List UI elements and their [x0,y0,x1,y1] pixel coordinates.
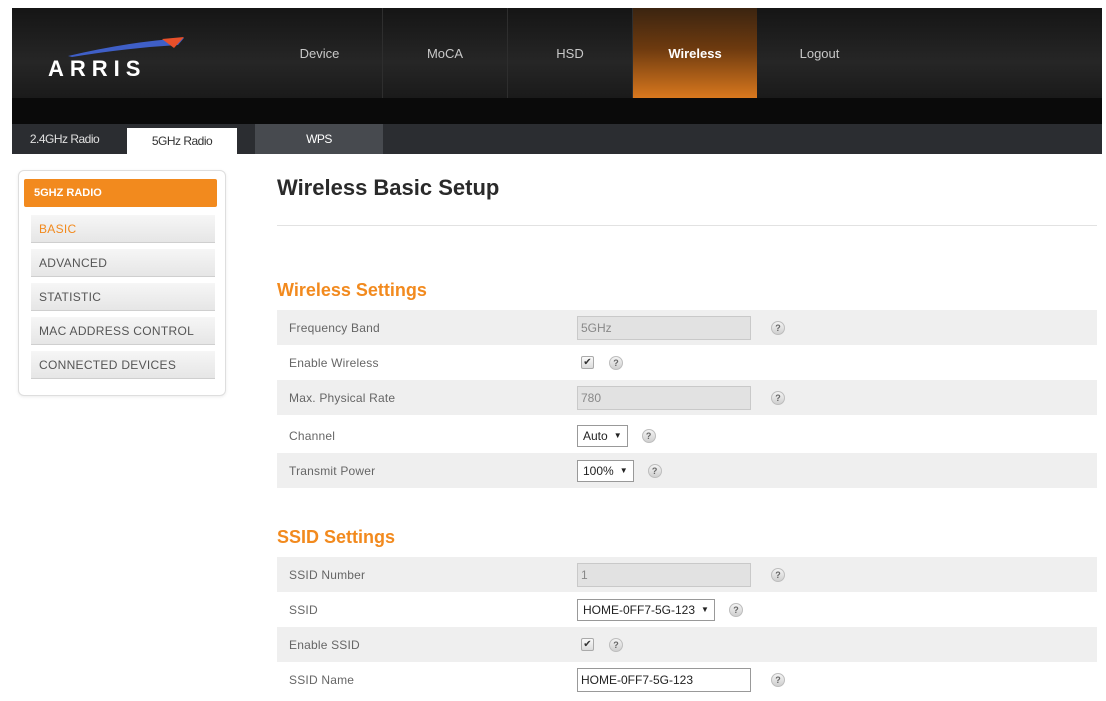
tab-wps[interactable]: WPS [255,124,383,154]
sidebar-item-mac-address-control[interactable]: MAC ADDRESS CONTROL [31,317,215,345]
enable-ssid-checkbox[interactable]: ✔ [581,638,594,651]
chevron-down-icon: ▼ [619,466,628,475]
nav-device[interactable]: Device [257,8,382,98]
ssid-select[interactable]: HOME-0FF7-5G-123 ▼ [577,598,715,621]
sidebar-item-basic[interactable]: BASIC [31,215,215,243]
enable-wireless-checkbox[interactable]: ✔ [581,356,594,369]
transmit-power-row: Transmit Power 100% ▼ ? [277,453,1097,488]
arris-logo: ARRIS [48,36,188,82]
ssid-number-field: 1 [577,562,751,587]
ssid-row: SSID HOME-0FF7-5G-123 ▼ ? [277,592,1097,627]
ssid-select-value: HOME-0FF7-5G-123 [583,602,696,617]
max-physical-rate-label: Max. Physical Rate [289,390,396,405]
top-header: ARRIS Device MoCA HSD Wireless Logout [12,8,1102,98]
channel-select-value: Auto [583,428,608,443]
ssid-name-input[interactable]: HOME-0FF7-5G-123 [577,667,751,692]
enable-ssid-help-icon[interactable]: ? [609,637,623,652]
sidebar-item-connected-devices[interactable]: CONNECTED DEVICES [31,351,215,379]
logo-text: ARRIS [48,56,147,81]
tab-2-4ghz-radio[interactable]: 2.4GHz Radio [12,124,117,154]
max-physical-rate-help-icon[interactable]: ? [771,390,785,405]
ssid-label: SSID [289,602,318,617]
ssid-help-icon[interactable]: ? [728,602,743,617]
tab-5ghz-radio[interactable]: 5GHz Radio [127,128,237,154]
enable-wireless-row: Enable Wireless ✔ ? [277,345,1097,380]
ssid-name-row: SSID Name HOME-0FF7-5G-123 ? [277,662,1097,697]
ssid-number-help-icon[interactable]: ? [771,567,785,582]
ssid-number-label: SSID Number [289,567,366,582]
enable-ssid-label: Enable SSID [289,637,360,652]
top-navigation: Device MoCA HSD Wireless Logout [257,8,882,98]
logo-swoosh-icon [68,37,184,57]
nav-hsd[interactable]: HSD [507,8,632,98]
chevron-down-icon: ▼ [701,605,709,614]
sidebar: 5GHZ RADIO BASIC ADVANCED STATISTIC MAC … [18,170,226,396]
enable-wireless-help-icon[interactable]: ? [609,355,623,370]
sidebar-item-advanced[interactable]: ADVANCED [31,249,215,277]
ssid-settings-heading: SSID Settings [277,527,396,547]
channel-row: Channel Auto ▼ ? [277,418,1097,453]
transmit-power-label: Transmit Power [289,463,376,478]
enable-wireless-label: Enable Wireless [289,355,379,370]
sidebar-heading: 5GHZ RADIO [24,179,217,207]
header-divider-strip [12,98,1102,124]
transmit-power-select[interactable]: 100% ▼ [577,459,634,482]
max-physical-rate-row: Max. Physical Rate 780 ? [277,380,1097,415]
transmit-power-help-icon[interactable]: ? [647,463,662,478]
max-physical-rate-field: 780 [577,385,751,410]
page-title: Wireless Basic Setup [277,175,500,200]
nav-moca[interactable]: MoCA [382,8,507,98]
frequency-band-label: Frequency Band [289,320,380,335]
title-divider [277,225,1097,226]
wireless-settings-heading: Wireless Settings [277,280,427,300]
channel-select[interactable]: Auto ▼ [577,424,628,447]
chevron-down-icon: ▼ [613,431,622,440]
radio-tabs: 2.4GHz Radio 5GHz Radio WPS [12,124,1102,154]
nav-logout[interactable]: Logout [757,8,882,98]
channel-help-icon[interactable]: ? [641,428,656,443]
frequency-band-help-icon[interactable]: ? [771,320,785,335]
frequency-band-row: Frequency Band 5GHz ? [277,310,1097,345]
transmit-power-select-value: 100% [583,463,614,478]
ssid-name-label: SSID Name [289,672,355,687]
nav-wireless[interactable]: Wireless [632,8,757,98]
enable-ssid-row: Enable SSID ✔ ? [277,627,1097,662]
sidebar-item-statistic[interactable]: STATISTIC [31,283,215,311]
ssid-number-row: SSID Number 1 ? [277,557,1097,592]
ssid-name-help-icon[interactable]: ? [771,672,785,687]
channel-label: Channel [289,428,336,443]
frequency-band-field: 5GHz [577,315,751,340]
